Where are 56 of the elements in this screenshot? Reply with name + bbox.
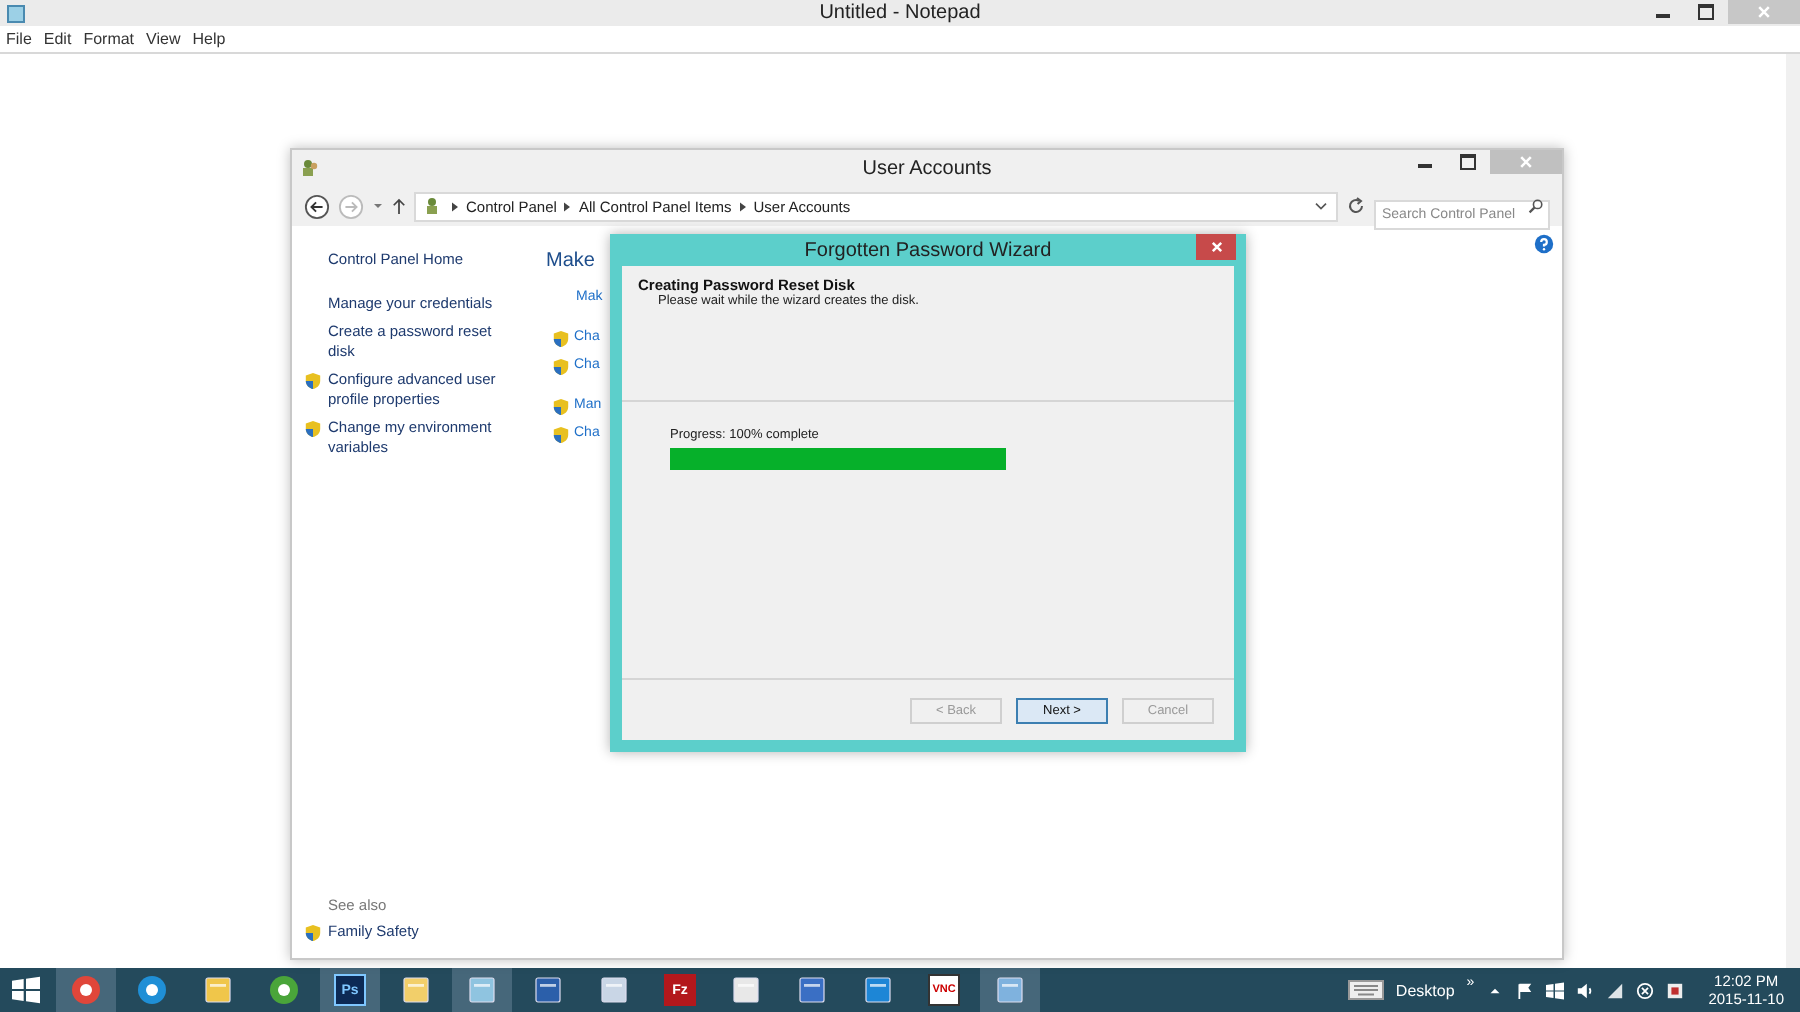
chevron-icon (452, 201, 458, 211)
close-icon (1518, 154, 1534, 170)
app-icon (70, 974, 102, 1006)
error-icon[interactable] (1636, 981, 1655, 999)
close-icon (1209, 240, 1223, 254)
menu-item[interactable]: Help (192, 30, 226, 48)
close-icon (1756, 4, 1772, 20)
app-icon (268, 974, 300, 1006)
app-icon (796, 974, 828, 1006)
shield-icon (304, 420, 322, 438)
shield-icon (304, 924, 322, 942)
app-icon[interactable] (1666, 981, 1685, 999)
refresh-icon[interactable] (1346, 196, 1366, 216)
close-button[interactable] (1196, 234, 1236, 260)
app-icon (862, 974, 894, 1006)
toolbar-label[interactable]: Desktop (1395, 981, 1455, 999)
window-title: Untitled - Notepad (819, 2, 981, 24)
shield-icon (552, 358, 570, 376)
dropdown-icon[interactable] (1314, 201, 1328, 211)
notepad-icon (6, 3, 26, 23)
speaker-icon[interactable] (1576, 981, 1595, 999)
signal-icon[interactable] (1606, 981, 1625, 999)
app-icon (730, 974, 762, 1006)
windows-logo-icon[interactable] (1546, 981, 1565, 999)
dropdown-icon[interactable] (372, 200, 384, 212)
app-icon (994, 974, 1026, 1006)
app-icon (532, 974, 564, 1006)
keyboard-icon[interactable] (1347, 980, 1384, 1000)
menu-item[interactable]: File (6, 30, 32, 48)
users-icon (300, 158, 320, 178)
app-icon (598, 974, 630, 1006)
menu-item[interactable]: View (146, 30, 181, 48)
chevron-icon (739, 201, 746, 211)
app-icon (136, 974, 168, 1006)
app-icon (400, 974, 432, 1006)
app-icon (202, 974, 234, 1006)
shield-icon (552, 426, 570, 444)
taskbar-button[interactable] (452, 968, 512, 1012)
taskbar-button[interactable] (56, 968, 116, 1012)
help-icon[interactable] (1534, 234, 1554, 254)
chevron-icon (564, 201, 571, 211)
windows-logo-icon[interactable] (12, 976, 40, 1004)
shield-icon (552, 398, 570, 416)
dialog-title: Forgotten Password Wizard (804, 239, 1052, 261)
search-icon (1528, 197, 1544, 213)
app-icon (466, 974, 498, 1006)
up-arrow-icon[interactable] (392, 197, 406, 215)
shield-icon (304, 372, 322, 390)
flag-icon[interactable] (1516, 981, 1535, 999)
page-heading: Make (546, 250, 597, 272)
menu-item[interactable]: Format (83, 30, 135, 48)
shield-icon (552, 330, 570, 348)
taskbar-button[interactable] (980, 968, 1040, 1012)
window-title: User Accounts (862, 157, 992, 179)
back-icon[interactable] (304, 193, 330, 219)
menu-item[interactable]: Edit (43, 30, 72, 48)
